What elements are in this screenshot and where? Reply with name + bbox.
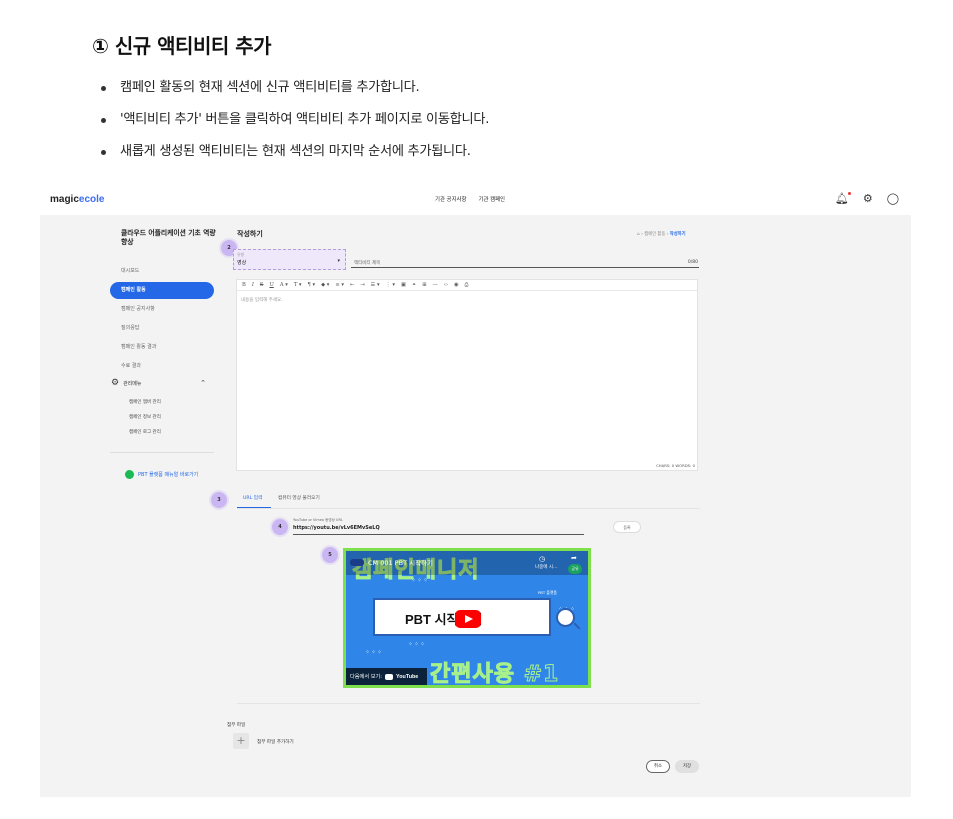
indent-icon[interactable]: ⇥ — [360, 282, 364, 288]
share-icon[interactable]: ➦ — [571, 554, 577, 562]
preview-icon[interactable]: ◉ — [454, 282, 459, 288]
sidebar-item-qna[interactable]: 질의응답 — [110, 320, 214, 337]
description-item: 새롭게 생성된 액티비티는 현재 섹션의 마지막 순서에 추가됩니다. — [100, 142, 489, 174]
dots-decoration: ⁘⁘⁘ — [408, 641, 427, 648]
nav-org-campaign[interactable]: 기관 캠페인 — [478, 195, 505, 203]
description-item: 캠페인 활동의 현재 섹션에 신규 액티비티를 추가합니다. — [100, 78, 489, 110]
code-icon[interactable]: ‹› — [444, 282, 448, 288]
top-icons: 🔔︎ ⚙︎ ◯ — [835, 192, 899, 206]
sidebar-item-activity-results[interactable]: 캠페인 활동 결과 — [110, 339, 214, 356]
register-button[interactable]: 등록 — [613, 521, 641, 533]
dots-decoration: ⁘⁘⁘ — [411, 577, 430, 584]
link-icon[interactable]: ⚭ — [412, 282, 416, 288]
sidebar-sub-info[interactable]: 캠페인 정보 관리 — [129, 414, 161, 420]
add-attachment-icon[interactable]: + — [233, 733, 249, 749]
watch-later-label[interactable]: 나중에 시... — [535, 564, 557, 570]
form-title: 작성하기 — [237, 230, 263, 238]
admin-menu-toggle[interactable]: ⚙ 관리메뉴 ⌃ — [110, 378, 214, 388]
font-color-icon[interactable]: A ▾ — [280, 282, 288, 288]
align-icon[interactable]: ≡ ▾ — [335, 282, 344, 288]
step-badge: 4 — [272, 519, 288, 535]
sidebar-sub-logs[interactable]: 캠페인 로그 관리 — [129, 429, 161, 435]
description-item: '액티비티 추가' 버튼을 클릭하여 액티비티 추가 페이지로 이동합니다. — [100, 110, 489, 142]
outdent-icon[interactable]: ⇤ — [350, 282, 354, 288]
manual-icon — [125, 470, 134, 479]
section-divider — [237, 703, 700, 704]
breadcrumb: ⌂ › 캠페인 활동 › 작성하기 — [637, 232, 686, 237]
sidebar-item-campaign-activity[interactable]: 캠페인 활동 — [110, 282, 214, 299]
home-icon[interactable]: ⌂ — [637, 232, 640, 237]
youtube-play-icon[interactable] — [455, 610, 481, 628]
manual-link[interactable]: PBT 플랫폼 매뉴얼 바로가기 — [125, 470, 198, 479]
highlight-icon[interactable]: ◆ ▾ — [321, 282, 329, 288]
video-url-input[interactable]: https://youtu.be/vLv6EMvSeLQ — [293, 525, 584, 535]
video-preview[interactable]: 캠페인매니저 CM 001 PBT 시작하기 ◷ ➦ 나중에 시... 공유 P… — [343, 548, 591, 688]
editor-counter: CHARS: 0 WORDS: 0 — [656, 463, 695, 468]
step-badge: 3 — [211, 492, 227, 508]
url-label: YouTube or Vimeo 동영상 URL — [293, 518, 343, 522]
save-button[interactable]: 저장 — [675, 760, 699, 773]
top-nav: 기관 공지사항 기관 캠페인 — [435, 195, 505, 203]
settings-icon[interactable]: ⚙︎ — [863, 192, 873, 206]
video-tag: PBT 플랫폼 — [538, 590, 557, 595]
description-list: 캠페인 활동의 현재 섹션에 신규 액티비티를 추가합니다. '액티비티 추가'… — [100, 78, 489, 174]
number-list-icon[interactable]: ⋮ ▾ — [386, 282, 395, 288]
sidebar-divider — [110, 452, 214, 453]
top-bar: magicecole 기관 공지사항 기관 캠페인 🔔︎ ⚙︎ ◯ — [40, 185, 911, 215]
video-bottom-text: 간편사용 #1 — [429, 662, 560, 687]
logo[interactable]: magicecole — [50, 194, 104, 205]
course-title: 클라우드 어플리케이션 기초 역량 향상 — [121, 229, 216, 246]
watch-on-youtube[interactable]: 다음에서 보기: YouTube — [346, 668, 427, 685]
step-badge: 5 — [322, 547, 338, 563]
attachment-label: 첨부 파일 — [227, 723, 246, 728]
strike-icon[interactable]: S — [260, 282, 264, 288]
app-window: magicecole 기관 공지사항 기관 캠페인 🔔︎ ⚙︎ ◯ 클라우드 어… — [40, 185, 911, 797]
chevron-up-icon: ⌃ — [200, 379, 206, 387]
image-icon[interactable]: ▣ — [401, 282, 406, 288]
add-attachment-button[interactable]: 첨부 파일 추가하기 — [257, 739, 294, 745]
tab-divider — [237, 508, 700, 509]
sidebar-sub-members[interactable]: 캠페인 멤버 관리 — [129, 399, 161, 405]
sidebar-item-completion[interactable]: 수료 결과 — [110, 358, 214, 375]
text-size-icon[interactable]: T ▾ — [294, 282, 302, 288]
user-icon[interactable]: ◯ — [887, 192, 899, 206]
sidebar-item-campaign-notice[interactable]: 캠페인 공지사항 — [110, 301, 214, 318]
admin-menu-label: 관리메뉴 — [123, 380, 142, 387]
italic-icon[interactable]: I — [252, 282, 254, 288]
hr-icon[interactable]: — — [433, 282, 438, 288]
cancel-button[interactable]: 취소 — [646, 760, 670, 773]
tab-url-input[interactable]: URL 입력 — [243, 495, 262, 501]
page-title: ① 신규 액티비티 추가 — [92, 34, 272, 58]
nav-org-notice[interactable]: 기관 공지사항 — [435, 195, 466, 203]
youtube-logo-icon — [385, 673, 394, 680]
bold-icon[interactable]: B — [242, 282, 246, 288]
channel-logo — [350, 559, 364, 566]
rich-text-editor[interactable]: B I S U A ▾ T ▾ ¶ ▾ ◆ ▾ ≡ ▾ ⇤ ⇥ ☰ ▾ ⋮ ▾ … — [236, 279, 698, 471]
editor-placeholder: 내용을 입력해 주세요. — [241, 298, 283, 303]
share-label[interactable]: 공유 — [568, 564, 582, 574]
print-icon[interactable]: ⎙ — [465, 282, 469, 289]
clock-icon[interactable]: ◷ — [539, 555, 545, 563]
caret-down-icon: ▾ — [337, 258, 340, 264]
dots-decoration: ⁘⁘⁘ — [365, 649, 384, 656]
video-title[interactable]: CM 001 PBT 시작하기 — [368, 557, 433, 567]
tab-computer-video[interactable]: 컴퓨터 영상 불러오기 — [278, 495, 320, 501]
bell-icon[interactable]: 🔔︎ — [835, 192, 851, 206]
underline-icon[interactable]: U — [269, 282, 273, 288]
magnifier-icon — [556, 608, 575, 627]
table-icon[interactable]: ⊞ — [422, 282, 426, 288]
video-banner: PBT 시작하기 — [373, 598, 575, 636]
sidebar-item-dashboard[interactable]: 대시보드 — [110, 263, 214, 280]
type-select[interactable]: 유형 영상 ▾ — [233, 249, 346, 270]
activity-title-input[interactable]: 액티비티 제목 0/80 — [351, 256, 699, 268]
paragraph-icon[interactable]: ¶ ▾ — [308, 282, 316, 288]
gear-icon: ⚙ — [111, 378, 120, 388]
editor-toolbar: B I S U A ▾ T ▾ ¶ ▾ ◆ ▾ ≡ ▾ ⇤ ⇥ ☰ ▾ ⋮ ▾ … — [237, 280, 697, 291]
bullet-list-icon[interactable]: ☰ ▾ — [371, 282, 380, 288]
